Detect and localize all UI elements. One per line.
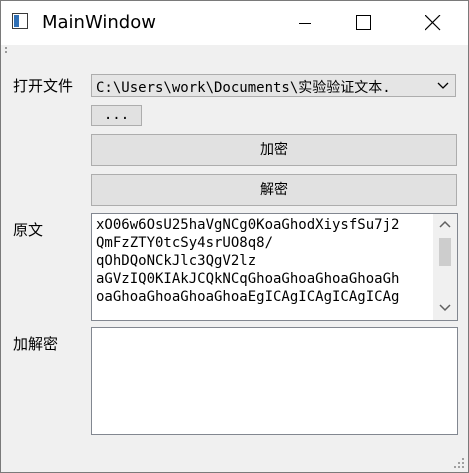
- scroll-up-arrow-icon[interactable]: [439, 220, 451, 228]
- file-path-value: C:\Users\work\Documents\实验验证文本.: [96, 80, 391, 96]
- chevron-down-icon[interactable]: [437, 82, 449, 90]
- original-text-area[interactable]: xO06w6OsU25haVgNCg0KoaGhodXiysfSu7j2 QmF…: [91, 213, 458, 321]
- scroll-down-arrow-icon[interactable]: [439, 304, 451, 312]
- window-title: MainWindow: [42, 12, 156, 33]
- crypt-text-area[interactable]: [91, 327, 458, 435]
- resize-grip-icon[interactable]: [453, 457, 465, 469]
- original-text-content: xO06w6OsU25haVgNCg0KoaGhodXiysfSu7j2 QmF…: [96, 217, 400, 305]
- browse-button[interactable]: ...: [91, 105, 142, 126]
- open-file-label: 打开文件: [13, 77, 74, 95]
- original-text-scrollbar[interactable]: [433, 214, 457, 320]
- close-button[interactable]: [410, 1, 456, 45]
- crypt-text-content: [96, 330, 432, 432]
- maximize-button[interactable]: [341, 1, 387, 45]
- original-text-label: 原文: [13, 221, 44, 239]
- minimize-button[interactable]: [284, 1, 330, 45]
- toolbar-grip[interactable]: [5, 47, 8, 57]
- app-window-icon: [12, 13, 28, 29]
- title-bar[interactable]: MainWindow: [1, 1, 468, 45]
- encrypt-button[interactable]: 加密: [91, 134, 457, 166]
- minimize-icon: [299, 23, 311, 24]
- decrypt-button[interactable]: 解密: [91, 174, 457, 206]
- scrollbar-thumb[interactable]: [439, 238, 451, 266]
- close-icon: [425, 15, 441, 31]
- maximize-icon: [356, 15, 371, 30]
- crypt-text-label: 加解密: [13, 335, 59, 353]
- file-path-combobox[interactable]: C:\Users\work\Documents\实验验证文本.: [91, 74, 456, 97]
- main-window: MainWindow 打开文件 C:\Users\work\Documents\…: [0, 0, 469, 473]
